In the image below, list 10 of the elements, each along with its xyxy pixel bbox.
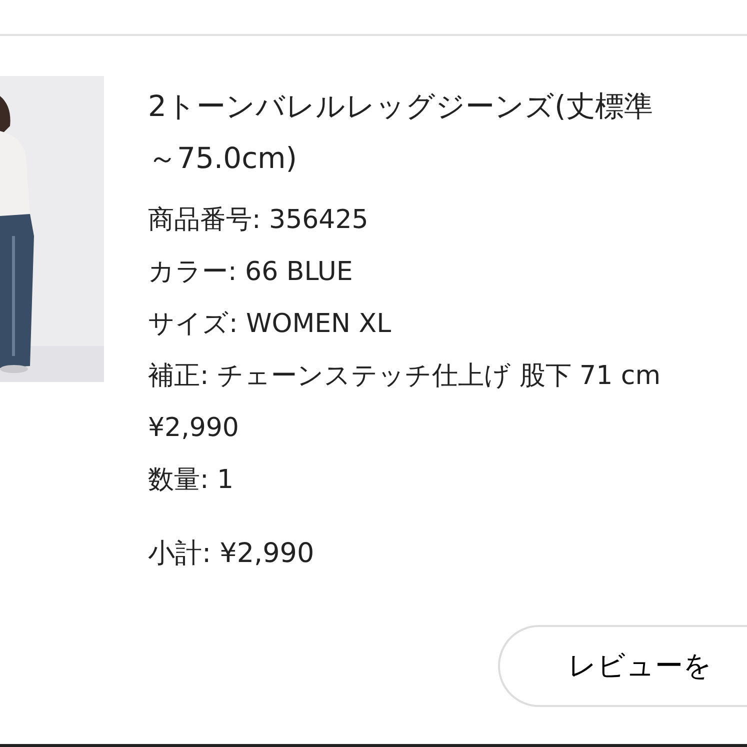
subtotal-text: 小計: ¥2,990 xyxy=(148,537,314,571)
detail-line: 商品番号: 356425 xyxy=(148,204,368,237)
review-button[interactable]: レビューを xyxy=(498,624,747,706)
product-title-line: ～75.0cm) xyxy=(148,140,298,177)
detail-line: サイズ: WOMEN XL xyxy=(148,308,392,341)
product-title-line: 2トーンバレルレッグジーンズ(丈標準 xyxy=(148,88,653,125)
detail-line: 補正: チェーンステッチ仕上げ 股下 71 cm xyxy=(148,360,661,393)
detail-line: カラー: 66 BLUE xyxy=(148,256,353,289)
detail-line: 数量: 1 xyxy=(148,464,234,497)
detail-line: ¥2,990 xyxy=(148,412,239,445)
